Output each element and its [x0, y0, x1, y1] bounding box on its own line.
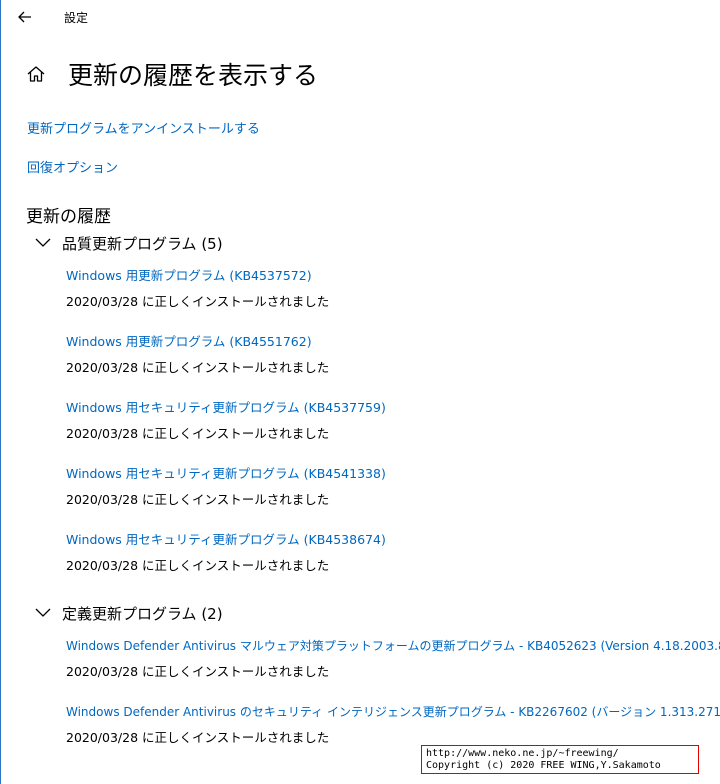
update-title-link[interactable]: Windows 用セキュリティ更新プログラム (KB4541338): [66, 465, 386, 483]
update-history-heading: 更新の履歴: [26, 207, 111, 227]
update-item: Windows 用セキュリティ更新プログラム (KB4537759) 2020/…: [66, 399, 386, 443]
definition-updates-group-header[interactable]: 定義更新プログラム (2): [34, 602, 223, 624]
back-button[interactable]: [13, 6, 37, 28]
window-title: 設定: [64, 11, 89, 25]
uninstall-updates-link[interactable]: 更新プログラムをアンインストールする: [27, 118, 260, 137]
update-status: 2020/03/28 に正しくインストールされました: [66, 426, 330, 441]
recovery-options-link[interactable]: 回復オプション: [27, 157, 118, 176]
update-item: Windows 用更新プログラム (KB4537572) 2020/03/28 …: [66, 267, 329, 311]
update-status: 2020/03/28 に正しくインストールされました: [66, 664, 330, 679]
update-status: 2020/03/28 に正しくインストールされました: [66, 360, 330, 375]
page-title: 更新の履歴を表示する: [68, 61, 319, 90]
update-item: Windows Defender Antivirus のセキュリティ インテリジ…: [66, 703, 720, 747]
definition-updates-label: 定義更新プログラム (2): [62, 604, 223, 623]
update-item: Windows 用セキュリティ更新プログラム (KB4541338) 2020/…: [66, 465, 386, 509]
update-status: 2020/03/28 に正しくインストールされました: [66, 492, 330, 507]
settings-window: 設定 更新の履歴を表示する 更新プログラムをアンインストールする 回復オプション…: [0, 0, 720, 784]
chevron-down-icon: [35, 238, 51, 247]
copyright-watermark: http://www.neko.ne.jp/~freewing/ Copyrig…: [421, 745, 699, 774]
home-icon[interactable]: [26, 64, 46, 84]
update-title-link[interactable]: Windows 用セキュリティ更新プログラム (KB4538674): [66, 531, 386, 549]
update-item: Windows 用更新プログラム (KB4551762) 2020/03/28 …: [66, 333, 329, 377]
arrow-left-icon: [18, 11, 31, 23]
update-item: Windows Defender Antivirus マルウェア対策プラットフォ…: [66, 637, 720, 681]
update-title-link[interactable]: Windows Defender Antivirus のセキュリティ インテリジ…: [66, 703, 720, 721]
update-title-link[interactable]: Windows 用セキュリティ更新プログラム (KB4537759): [66, 399, 386, 417]
chevron-down-icon: [35, 608, 51, 617]
quality-updates-group-header[interactable]: 品質更新プログラム (5): [34, 232, 223, 254]
title-bar: 設定: [1, 0, 720, 34]
watermark-copyright: Copyright (c) 2020 FREE WING,Y.Sakamoto: [426, 760, 661, 771]
quality-updates-label: 品質更新プログラム (5): [62, 234, 223, 253]
update-title-link[interactable]: Windows 用更新プログラム (KB4537572): [66, 267, 329, 285]
update-title-link[interactable]: Windows Defender Antivirus マルウェア対策プラットフォ…: [66, 637, 720, 655]
update-item: Windows 用セキュリティ更新プログラム (KB4538674) 2020/…: [66, 531, 386, 575]
update-status: 2020/03/28 に正しくインストールされました: [66, 558, 330, 573]
update-title-link[interactable]: Windows 用更新プログラム (KB4551762): [66, 333, 329, 351]
watermark-url: http://www.neko.ne.jp/~freewing/: [426, 748, 619, 759]
page-header: 更新の履歴を表示する: [26, 56, 318, 92]
update-status: 2020/03/28 に正しくインストールされました: [66, 294, 330, 309]
